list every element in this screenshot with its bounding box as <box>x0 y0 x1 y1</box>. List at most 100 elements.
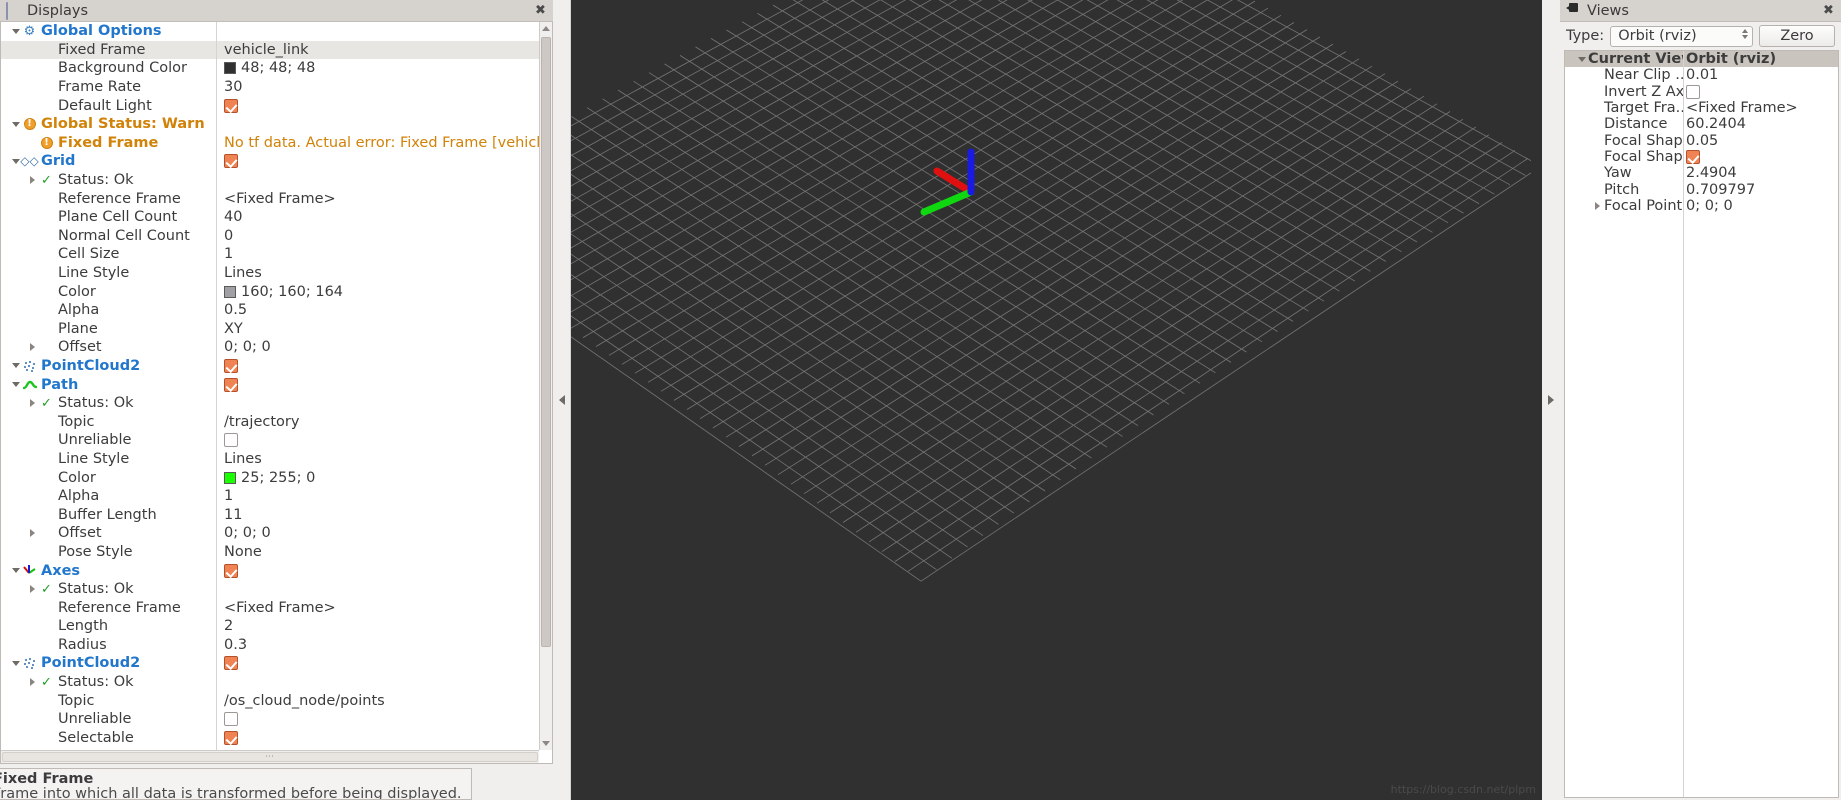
displays-vertical-scrollbar[interactable] <box>539 22 552 750</box>
checkbox-unchecked[interactable] <box>224 433 238 448</box>
expander-triangle-icon[interactable] <box>1591 202 1604 210</box>
display-property-row[interactable]: Color 160; 160; 164 <box>1 282 539 301</box>
property-value-cell[interactable]: 1 <box>216 488 539 504</box>
display-property-row[interactable]: ! Global Status: Warn <box>1 115 539 134</box>
display-property-row[interactable]: Plane XY <box>1 320 539 339</box>
display-property-row[interactable]: Default Light <box>1 96 539 115</box>
property-value-cell[interactable]: 0.3 <box>216 637 539 653</box>
property-value-cell[interactable]: 160; 160; 164 <box>216 284 539 300</box>
expander-triangle-icon[interactable] <box>9 122 22 127</box>
expander-triangle-icon[interactable] <box>1575 57 1588 62</box>
display-property-row[interactable]: Offset 0; 0; 0 <box>1 338 539 357</box>
render-viewport-3d[interactable]: https://blog.csdn.net/plpm <box>571 0 1542 800</box>
scroll-down-icon[interactable] <box>540 737 552 750</box>
property-value-cell[interactable] <box>216 656 539 671</box>
display-property-row[interactable]: Plane Cell Count 40 <box>1 208 539 227</box>
property-value-cell[interactable] <box>216 154 539 169</box>
color-swatch[interactable] <box>224 285 236 298</box>
display-property-row[interactable]: ✓ Status: Ok <box>1 171 539 190</box>
display-property-row[interactable]: Color 25; 255; 0 <box>1 468 539 487</box>
color-swatch[interactable] <box>224 62 236 75</box>
display-property-row[interactable]: Fixed Frame vehicle_link <box>1 40 539 60</box>
display-property-row[interactable]: ✓ Status: Ok <box>1 394 539 413</box>
property-value-cell[interactable] <box>216 433 539 448</box>
property-value-cell[interactable]: 11 <box>216 507 539 523</box>
zero-button[interactable]: Zero <box>1759 25 1835 47</box>
property-value-cell[interactable]: None <box>216 544 539 560</box>
view-property-value-cell[interactable] <box>1683 149 1838 164</box>
checkbox-checked[interactable] <box>224 377 238 392</box>
property-value-cell[interactable]: 30 <box>216 79 539 95</box>
display-property-row[interactable]: Offset 0; 0; 0 <box>1 524 539 543</box>
left-splitter-handle[interactable] <box>553 0 571 800</box>
property-value-cell[interactable]: <Fixed Frame> <box>216 191 539 207</box>
expander-triangle-icon[interactable] <box>26 678 39 686</box>
expander-triangle-icon[interactable] <box>26 343 39 351</box>
display-property-row[interactable]: Unreliable <box>1 431 539 450</box>
property-value-cell[interactable]: Lines <box>216 265 539 281</box>
view-property-value-cell[interactable]: 60.2404 <box>1683 116 1838 132</box>
property-value-cell[interactable]: vehicle_link <box>216 42 539 58</box>
property-value-cell[interactable]: 0; 0; 0 <box>216 525 539 541</box>
property-value-cell[interactable]: 0 <box>216 228 539 244</box>
view-property-value-cell[interactable]: 0.709797 <box>1683 182 1838 198</box>
displays-horizontal-scrollbar[interactable]: ⋯ <box>1 750 539 763</box>
property-value-cell[interactable]: 40 <box>216 209 539 225</box>
collapse-right-icon[interactable] <box>1548 395 1554 405</box>
property-value-cell[interactable]: 1 <box>216 246 539 262</box>
checkbox-checked[interactable] <box>224 730 238 745</box>
display-property-row[interactable]: Topic/trajectory <box>1 412 539 431</box>
property-value-cell[interactable] <box>216 563 539 578</box>
view-property-value-cell[interactable]: 2.4904 <box>1683 165 1838 181</box>
display-property-row[interactable]: Path <box>1 375 539 394</box>
view-type-select[interactable]: Orbit (rviz) <box>1610 25 1753 47</box>
property-value-cell[interactable] <box>216 730 539 745</box>
view-property-row[interactable]: Invert Z Axis <box>1565 84 1838 100</box>
display-property-row[interactable]: Alpha 0.5 <box>1 301 539 320</box>
horizontal-scroll-thumb[interactable]: ⋯ <box>2 752 538 762</box>
view-property-row[interactable]: Near Clip ... 0.01 <box>1565 67 1838 83</box>
close-icon[interactable]: ✖ <box>533 3 548 18</box>
expander-triangle-icon[interactable] <box>9 363 22 368</box>
view-property-row[interactable]: Distance 60.2404 <box>1565 116 1838 132</box>
property-value-cell[interactable]: /os_cloud_node/points <box>216 693 539 709</box>
expander-triangle-icon[interactable] <box>9 568 22 573</box>
display-property-row[interactable]: ◇◇ Grid <box>1 152 539 171</box>
property-value-cell[interactable] <box>216 712 539 727</box>
display-property-row[interactable]: Alpha 1 <box>1 487 539 506</box>
display-property-row[interactable]: Reference Frame <Fixed Frame> <box>1 598 539 617</box>
checkbox-checked[interactable] <box>224 98 238 113</box>
display-property-row[interactable]: ✓ Status: Ok <box>1 673 539 692</box>
expander-triangle-icon[interactable] <box>26 399 39 407</box>
view-property-value-cell[interactable]: 0.01 <box>1683 67 1838 83</box>
display-property-row[interactable]: ✓ Status: Ok <box>1 580 539 599</box>
close-icon[interactable]: ✖ <box>1821 3 1836 18</box>
view-property-value-cell[interactable]: 0.05 <box>1683 133 1838 149</box>
display-property-row[interactable]: Length 2 <box>1 617 539 636</box>
view-property-value-cell[interactable]: 0; 0; 0 <box>1683 198 1838 214</box>
property-value-cell[interactable]: XY <box>216 321 539 337</box>
property-value-cell[interactable]: 25; 255; 0 <box>216 470 539 486</box>
display-property-row[interactable]: Background Color 48; 48; 48 <box>1 59 539 78</box>
expander-triangle-icon[interactable] <box>9 661 22 666</box>
property-value-cell[interactable] <box>216 98 539 113</box>
vertical-scroll-thumb[interactable] <box>541 37 551 647</box>
checkbox-checked[interactable] <box>224 358 238 373</box>
checkbox-unchecked[interactable] <box>1686 84 1700 99</box>
display-property-row[interactable]: Axes <box>1 561 539 580</box>
display-property-row[interactable]: Frame Rate 30 <box>1 78 539 97</box>
property-value-cell[interactable]: 0.5 <box>216 302 539 318</box>
property-value-cell[interactable] <box>216 377 539 392</box>
property-value-cell[interactable] <box>216 358 539 373</box>
expander-triangle-icon[interactable] <box>26 529 39 537</box>
expander-triangle-icon[interactable] <box>9 382 22 387</box>
spinner-icon[interactable] <box>1742 28 1748 39</box>
display-property-row[interactable]: Radius 0.3 <box>1 636 539 655</box>
checkbox-checked[interactable] <box>1686 149 1700 164</box>
display-property-row[interactable]: Cell Size 1 <box>1 245 539 264</box>
checkbox-checked[interactable] <box>224 563 238 578</box>
expander-triangle-icon[interactable] <box>9 29 22 34</box>
view-property-row[interactable]: Yaw 2.4904 <box>1565 165 1838 181</box>
view-property-value-cell[interactable]: <Fixed Frame> <box>1683 100 1838 116</box>
display-property-row[interactable]: Reference Frame <Fixed Frame> <box>1 189 539 208</box>
